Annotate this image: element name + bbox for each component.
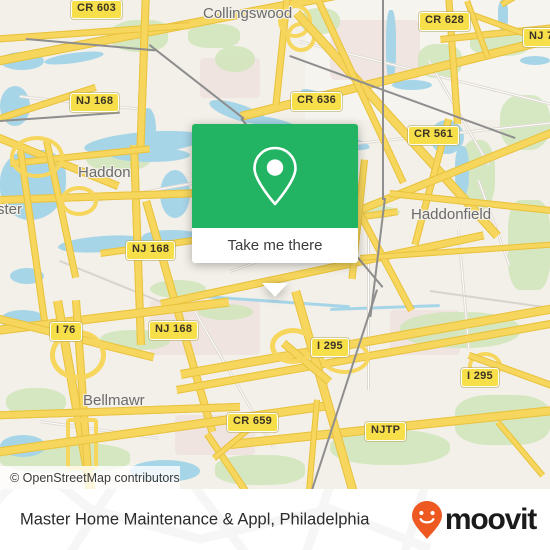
map-road-shield: NJ 168 xyxy=(70,93,120,112)
map-road-shield: CR 628 xyxy=(419,12,471,31)
map-road-shield: CR 659 xyxy=(227,413,279,432)
map-water xyxy=(520,56,550,65)
map-road-shield: NJ 168 xyxy=(149,321,199,340)
popup-action-button[interactable]: Take me there xyxy=(192,228,358,263)
map-interchange xyxy=(10,136,64,178)
map-road-shield: CR 561 xyxy=(408,126,460,145)
map-interchange xyxy=(270,328,316,364)
map-road-shield: NJ 70 xyxy=(523,28,550,47)
popup-tail xyxy=(262,283,288,297)
moovit-wordmark: moovit xyxy=(444,502,537,536)
map-canvas[interactable]: Collingswood Haddon ster Haddonfield Bel… xyxy=(0,0,550,489)
map-pin-icon xyxy=(253,146,297,206)
map-place-label: Haddonfield xyxy=(411,206,492,223)
popup-header xyxy=(192,124,358,228)
map-place-label: Haddon xyxy=(78,164,131,181)
map-road-shield: CR 603 xyxy=(71,0,123,19)
footer-bar: Master Home Maintenance & Appl, Philadel… xyxy=(0,489,550,550)
map-road-shield: I 295 xyxy=(311,338,349,357)
popup-action-label: Take me there xyxy=(227,237,323,254)
place-title: Master Home Maintenance & Appl, Philadel… xyxy=(20,510,370,528)
map-park xyxy=(215,46,255,72)
map-water xyxy=(386,10,396,80)
moovit-logo[interactable]: moovit xyxy=(411,500,537,540)
map-road-shield: NJTP xyxy=(365,422,407,441)
map-road-shield: I 76 xyxy=(50,322,82,341)
attribution-text: © OpenStreetMap contributors xyxy=(10,470,180,485)
map-road-shield: NJ 168 xyxy=(126,241,176,260)
map-road-shield: CR 636 xyxy=(291,92,343,111)
map-place-label: ster xyxy=(0,201,23,218)
map-road-shield: I 295 xyxy=(461,368,499,387)
map-attribution: © OpenStreetMap contributors xyxy=(0,466,180,489)
moovit-pin-icon xyxy=(411,500,442,539)
map-railway xyxy=(382,0,384,200)
location-popup-card[interactable]: Take me there xyxy=(192,124,358,297)
map-place-label: Collingswood xyxy=(203,5,293,22)
map-interchange xyxy=(60,186,98,216)
map-place-label: Bellmawr xyxy=(83,392,145,409)
map-park xyxy=(188,24,240,48)
